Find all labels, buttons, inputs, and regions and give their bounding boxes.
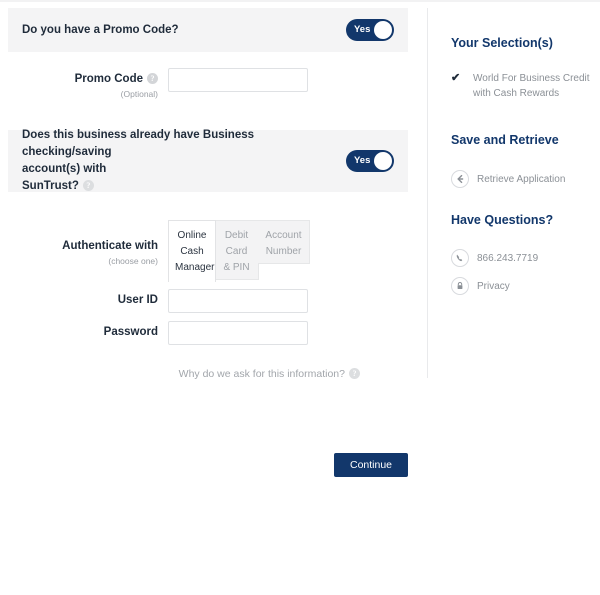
promo-toggle-knob (374, 21, 392, 39)
promo-code-help-icon[interactable]: ? (147, 73, 158, 84)
selection-line1: World For Business Credit (473, 73, 590, 84)
business-toggle[interactable]: Yes (346, 150, 394, 172)
business-question-line1: Does this business already have Business… (22, 129, 255, 158)
selection-item-text: World For Business Credit with Cash Rewa… (473, 71, 591, 101)
business-toggle-label: Yes (354, 155, 371, 166)
promo-code-label: Promo Code? (0, 73, 158, 85)
privacy-label: Privacy (477, 281, 510, 292)
check-icon: ✔ (451, 72, 461, 84)
promo-code-sublabel: (Optional) (120, 89, 158, 99)
password-label: Password (103, 326, 158, 338)
promo-question-panel: Do you have a Promo Code? Yes (8, 8, 408, 52)
business-question-text: Does this business already have Business… (22, 127, 346, 195)
promo-question-text: Do you have a Promo Code? (22, 23, 179, 36)
retrieve-application-link[interactable]: Retrieve Application (451, 170, 600, 190)
promo-toggle[interactable]: Yes (346, 19, 394, 41)
your-selections-heading: Your Selection(s) (451, 36, 553, 50)
userid-label: User ID (117, 294, 158, 306)
retrieve-application-label: Retrieve Application (477, 174, 566, 185)
tab-online-cash-manager[interactable]: Online Cash Manager (168, 220, 216, 282)
authenticate-tab-group: Online Cash ManagerDebit Card & PINAccou… (168, 220, 310, 282)
main-content: Do you have a Promo Code? Yes Promo Code… (0, 0, 427, 595)
business-question-panel: Does this business already have Business… (8, 127, 408, 195)
business-question-line2: account(s) with (22, 163, 107, 175)
userid-input[interactable] (168, 289, 308, 313)
phone-number: 866.243.7719 (477, 253, 539, 264)
business-question-line3: SunTrust? (22, 180, 79, 192)
why-do-we-ask-text: Why do we ask for this information? (178, 368, 345, 380)
business-toggle-knob (374, 152, 392, 170)
save-retrieve-heading: Save and Retrieve (451, 133, 559, 147)
tab-account-number[interactable]: Account Number (258, 220, 310, 264)
why-do-we-ask-help-icon[interactable]: ? (349, 368, 360, 379)
back-arrow-icon (451, 170, 469, 188)
tab-debit-card-pin[interactable]: Debit Card & PIN (215, 220, 259, 280)
why-do-we-ask-link[interactable]: Why do we ask for this information?? (0, 368, 360, 380)
selection-line2: with Cash Rewards (473, 88, 560, 99)
continue-button[interactable]: Continue (334, 453, 408, 477)
promo-toggle-label: Yes (354, 24, 371, 35)
promo-code-label-text: Promo Code (74, 73, 143, 85)
password-input[interactable] (168, 321, 308, 345)
authenticate-sublabel: (choose one) (108, 256, 158, 266)
authenticate-label: Authenticate with (62, 240, 158, 252)
have-questions-heading: Have Questions? (451, 213, 554, 227)
privacy-link[interactable]: Privacy (451, 277, 600, 297)
sidebar: Your Selection(s) ✔ World For Business C… (427, 0, 600, 595)
promo-code-input[interactable] (168, 68, 308, 92)
business-question-help-icon[interactable]: ? (82, 180, 94, 191)
phone-link[interactable]: 866.243.7719 (451, 249, 600, 269)
phone-icon (451, 249, 469, 267)
lock-icon (451, 277, 469, 295)
